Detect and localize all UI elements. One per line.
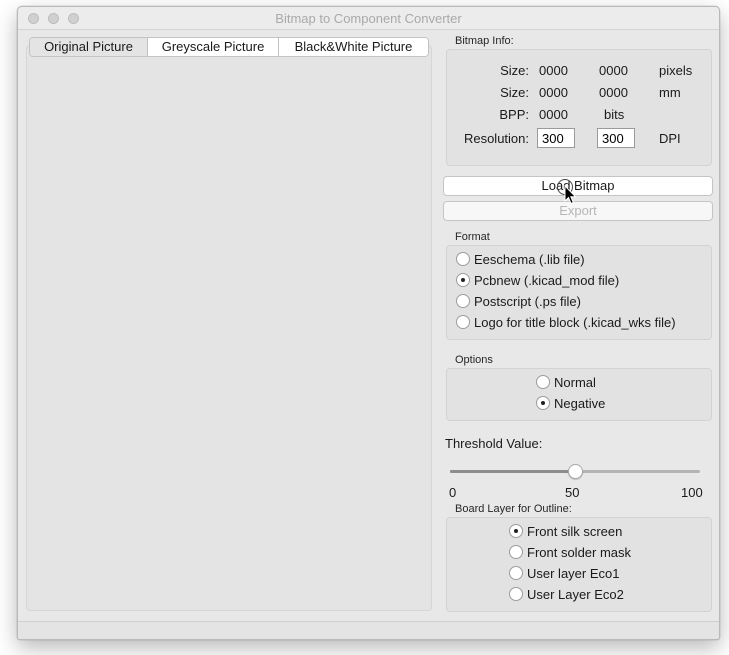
board-layer-label: Board Layer for Outline:	[455, 503, 572, 515]
bitmap-info-label: Bitmap Info:	[455, 35, 514, 47]
size-mm-unit: mm	[659, 85, 681, 100]
resolution-unit: DPI	[659, 131, 681, 146]
resolution-label: Resolution:	[463, 131, 529, 146]
format-radio-postscript[interactable]	[456, 294, 470, 308]
converter-window: Bitmap to Component Converter Original P…	[17, 6, 720, 640]
layer-option-front-silk[interactable]: Front silk screen	[509, 522, 622, 540]
bpp-unit: bits	[604, 107, 625, 122]
layer-radio-front-silk[interactable]	[509, 524, 523, 538]
format-radio-eeschema[interactable]	[456, 252, 470, 266]
format-label: Format	[455, 231, 490, 243]
load-bitmap-button[interactable]: Load Bitmap	[443, 176, 713, 196]
mouse-pointer-icon	[564, 185, 577, 205]
layer-option-front-mask[interactable]: Front solder mask	[509, 543, 631, 561]
threshold-label: Threshold Value:	[445, 436, 543, 451]
status-bar	[18, 621, 719, 639]
layer-option-eco2[interactable]: User Layer Eco2	[509, 585, 624, 603]
option-label: Negative	[554, 395, 606, 411]
size-mm-label: Size:	[500, 85, 529, 100]
threshold-max-label: 100	[681, 485, 703, 500]
size-pixels-label: Size:	[500, 63, 529, 78]
format-option-label: Pcbnew (.kicad_mod file)	[474, 272, 620, 288]
format-radio-pcbnew[interactable]	[456, 273, 470, 287]
bpp-value: 0000	[539, 107, 568, 122]
bpp-label: BPP:	[499, 107, 529, 122]
option-radio-negative[interactable]	[536, 396, 550, 410]
size-mm-width: 0000	[539, 85, 568, 100]
option-negative[interactable]: Negative	[536, 394, 605, 412]
layer-option-label: Front solder mask	[527, 544, 632, 560]
title-bar[interactable]: Bitmap to Component Converter	[18, 7, 719, 30]
tab-greyscale-picture[interactable]: Greyscale Picture	[148, 38, 279, 56]
format-option-pcbnew[interactable]: Pcbnew (.kicad_mod file)	[456, 271, 619, 289]
options-label: Options	[455, 354, 493, 366]
size-pixels-width: 0000	[539, 63, 568, 78]
window-title: Bitmap to Component Converter	[275, 11, 462, 26]
threshold-value-label: 50	[565, 485, 580, 500]
threshold-slider-fill	[450, 470, 575, 473]
layer-radio-front-mask[interactable]	[509, 545, 523, 559]
format-option-label: Postscript (.ps file)	[474, 293, 581, 309]
format-option-postscript[interactable]: Postscript (.ps file)	[456, 292, 581, 310]
format-radio-logo[interactable]	[456, 315, 470, 329]
layer-option-label: Front silk screen	[527, 523, 623, 539]
picture-tabs: Original Picture Greyscale Picture Black…	[29, 37, 429, 57]
size-pixels-unit: pixels	[659, 63, 693, 78]
tab-black-white-picture[interactable]: Black&White Picture	[279, 38, 428, 56]
option-normal[interactable]: Normal	[536, 373, 596, 391]
export-button[interactable]: Export	[443, 201, 713, 221]
format-option-logo[interactable]: Logo for title block (.kicad_wks file)	[456, 313, 676, 331]
option-radio-normal[interactable]	[536, 375, 550, 389]
resolution-x-input[interactable]	[537, 128, 575, 148]
layer-option-label: User layer Eco1	[527, 565, 620, 581]
threshold-slider-thumb[interactable]	[567, 464, 583, 479]
layer-radio-eco1[interactable]	[509, 566, 523, 580]
tab-original-picture[interactable]: Original Picture	[30, 38, 148, 56]
size-mm-height: 0000	[599, 85, 628, 100]
layer-option-eco1[interactable]: User layer Eco1	[509, 564, 619, 582]
format-option-eeschema[interactable]: Eeschema (.lib file)	[456, 250, 585, 268]
picture-preview-panel[interactable]	[26, 45, 432, 611]
option-label: Normal	[554, 374, 596, 390]
resolution-y-input[interactable]	[597, 128, 635, 148]
layer-option-label: User Layer Eco2	[527, 586, 624, 602]
layer-radio-eco2[interactable]	[509, 587, 523, 601]
format-option-label: Logo for title block (.kicad_wks file)	[474, 314, 676, 330]
threshold-min-label: 0	[449, 485, 457, 500]
size-pixels-height: 0000	[599, 63, 628, 78]
format-option-label: Eeschema (.lib file)	[474, 251, 585, 267]
